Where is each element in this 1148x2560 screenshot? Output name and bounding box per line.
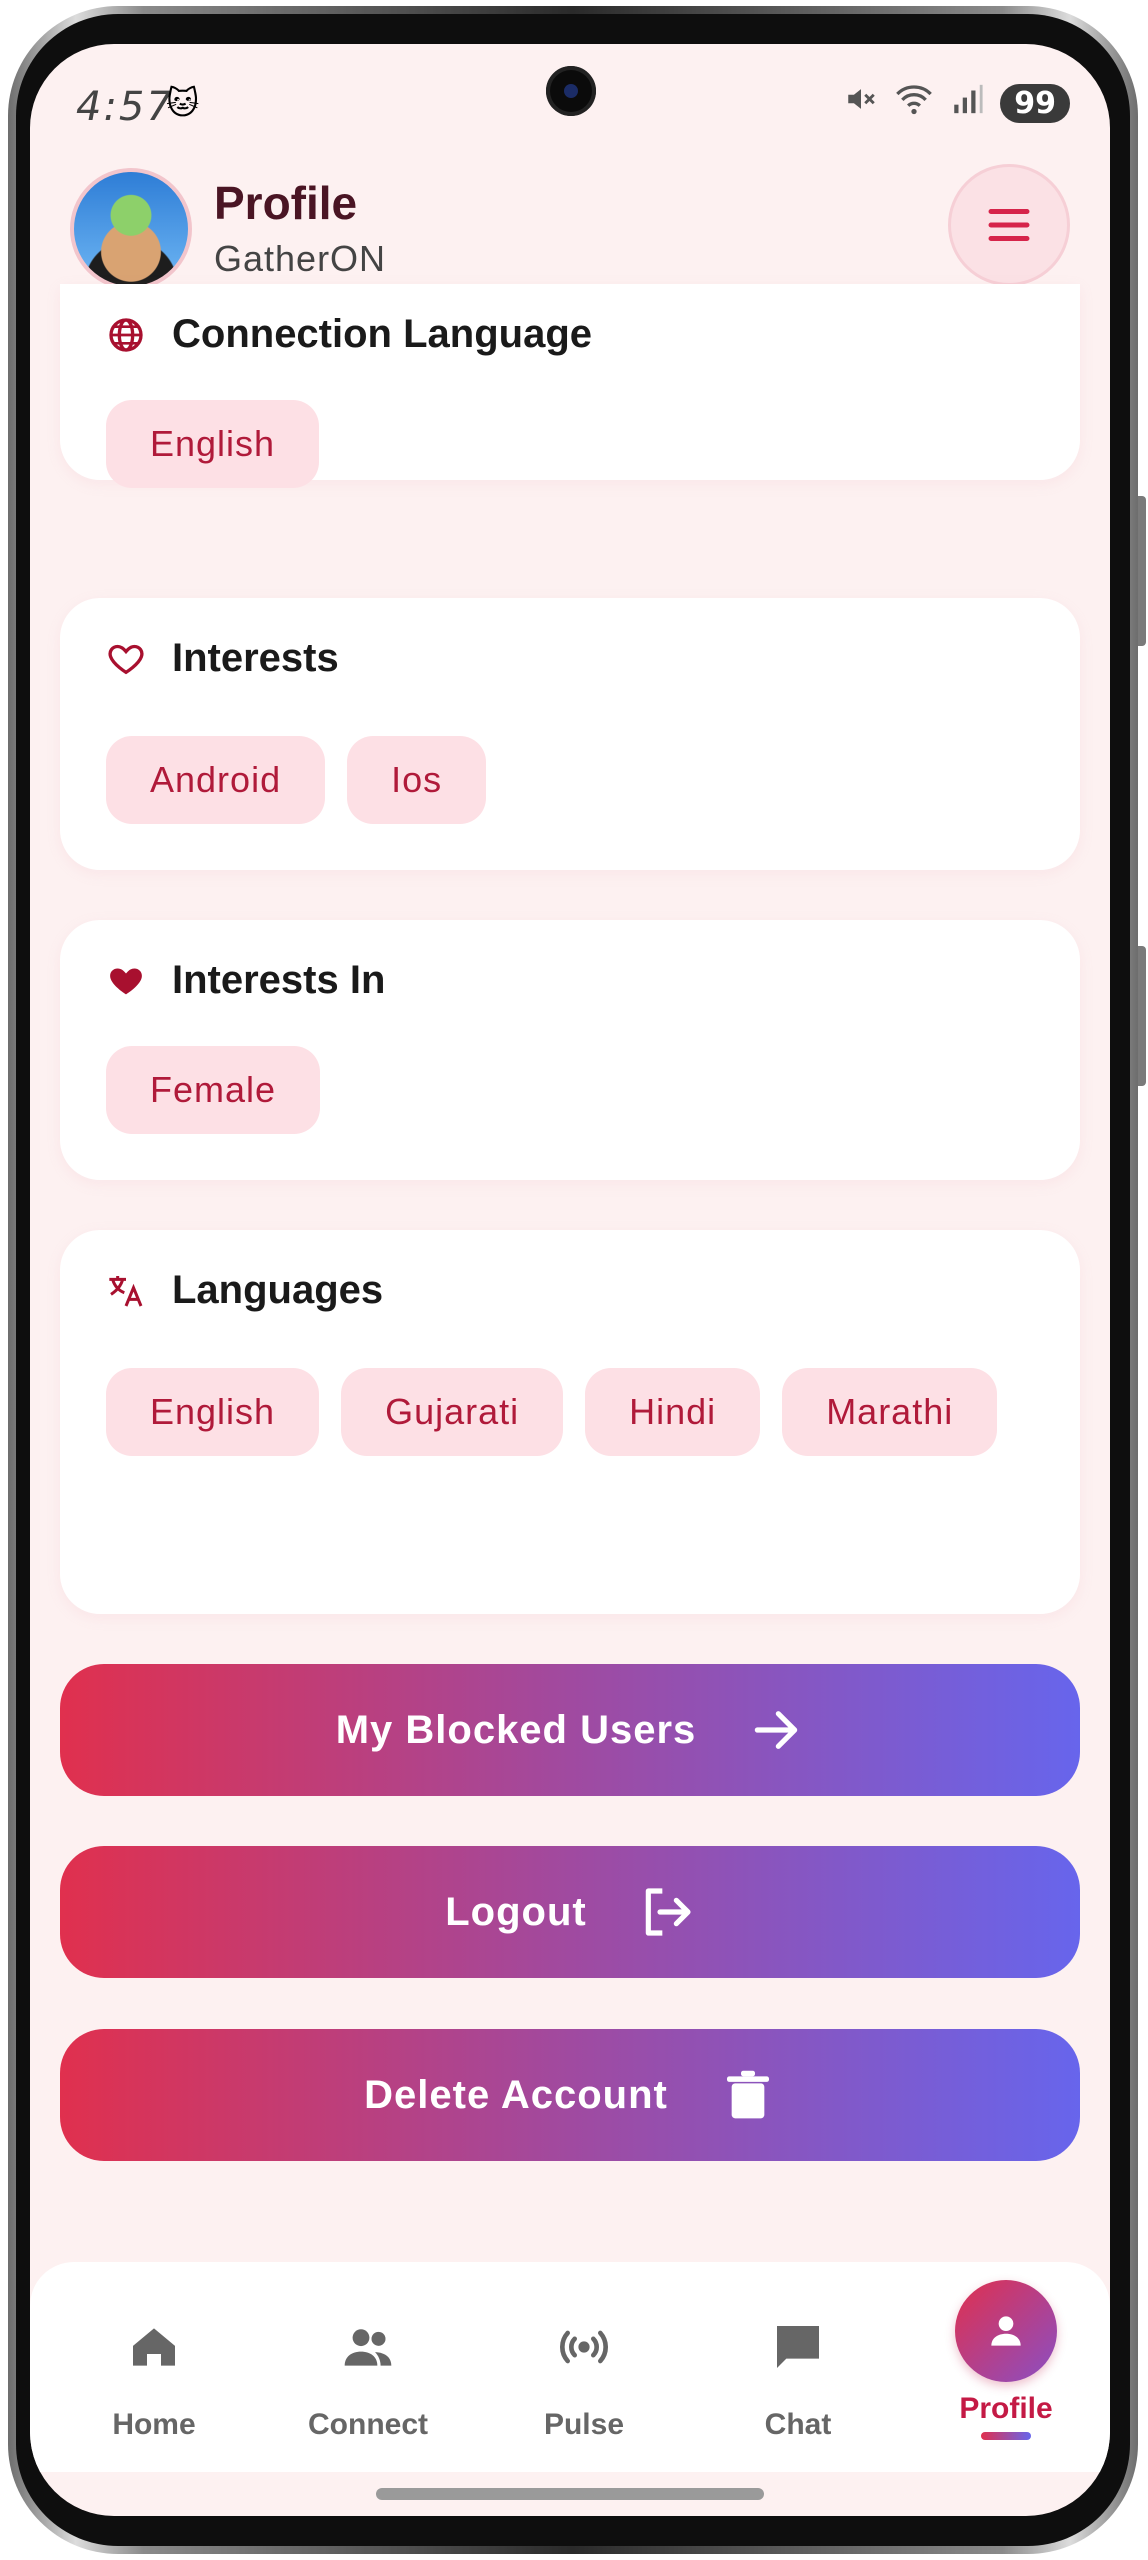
volume-button — [1138, 496, 1146, 646]
card-title: Languages — [172, 1268, 384, 1312]
wifi-icon — [894, 82, 934, 124]
interests-in-card: Interests In Female — [60, 920, 1080, 1180]
heart-outline-icon — [108, 644, 144, 674]
nav-home[interactable]: Home — [54, 2292, 254, 2442]
card-title: Interests In — [172, 958, 386, 1002]
nav-connect[interactable]: Connect — [268, 2292, 468, 2442]
languages-card: Languages English Gujarati Hindi Marathi — [60, 1230, 1080, 1614]
person-icon — [991, 2316, 1021, 2346]
status-icons: 99 — [844, 82, 1070, 124]
power-button — [1138, 946, 1146, 1086]
heart-filled-icon — [110, 968, 142, 994]
logout-icon — [645, 1888, 691, 1936]
chip[interactable]: English — [106, 1368, 320, 1456]
card-header: Interests — [106, 636, 339, 681]
people-icon — [344, 2329, 392, 2366]
chip-list: English Gujarati Hindi Marathi — [106, 1368, 1046, 1456]
card-header: Languages — [106, 1268, 383, 1313]
chip[interactable]: Ios — [347, 736, 487, 824]
nav-profile[interactable]: Profile — [906, 2276, 1106, 2440]
trash-icon — [726, 2070, 769, 2119]
logout-button[interactable]: Logout — [60, 1846, 1080, 1978]
connection-language-card: Connection Language English — [60, 284, 1080, 488]
menu-button[interactable] — [948, 164, 1070, 286]
mute-icon — [844, 82, 878, 124]
arrow-right-icon — [755, 1711, 798, 1749]
chip[interactable]: Gujarati — [341, 1368, 564, 1456]
chip-list: English — [106, 400, 1046, 488]
nav-label: Pulse — [543, 2408, 625, 2441]
translate-icon — [109, 1275, 143, 1307]
active-underline — [981, 2432, 1031, 2440]
bottom-navigation: Home Connect Pulse Chat Profile — [30, 2262, 1110, 2472]
app-name: GatherON — [214, 238, 387, 279]
blocked-users-button[interactable]: My Blocked Users — [60, 1664, 1080, 1796]
screen: 4:57 🐱 99 Profile GatherON Connection La… — [30, 44, 1110, 2516]
nav-label: Connect — [308, 2408, 428, 2441]
delete-account-button[interactable]: Delete Account — [60, 2029, 1080, 2161]
signal-icon — [950, 82, 984, 124]
status-bar: 4:57 🐱 99 — [30, 44, 1110, 154]
card-title: Connection Language — [172, 312, 592, 356]
button-label: Delete Account — [364, 2072, 668, 2117]
chip-list: Female — [106, 1046, 1046, 1134]
globe-icon — [109, 317, 143, 352]
chip[interactable]: Marathi — [782, 1368, 998, 1456]
card-title: Interests — [172, 636, 339, 680]
card-header: Connection Language — [106, 312, 592, 357]
home-indicator[interactable] — [376, 2488, 764, 2500]
chip[interactable]: Android — [106, 736, 326, 824]
page-title: Profile — [214, 177, 358, 229]
home-icon — [133, 2328, 175, 2366]
active-indicator — [955, 2280, 1057, 2382]
chip[interactable]: Female — [106, 1046, 321, 1134]
card-header: Interests In — [106, 958, 385, 1003]
chip[interactable]: English — [106, 400, 320, 488]
avatar[interactable] — [70, 168, 192, 290]
button-label: Logout — [445, 1889, 587, 1934]
nav-label: Profile — [959, 2392, 1053, 2425]
pulse-icon — [560, 2330, 608, 2364]
front-camera — [546, 66, 596, 116]
chip[interactable]: Hindi — [585, 1368, 761, 1456]
nav-label: Chat — [764, 2408, 832, 2441]
hamburger-icon — [988, 209, 1030, 241]
nav-chat[interactable]: Chat — [698, 2292, 898, 2442]
app-header: Profile GatherON — [30, 154, 1110, 304]
interests-card: Interests Android Ios — [60, 598, 1080, 870]
battery-indicator: 99 — [1000, 83, 1070, 123]
chat-icon — [777, 2326, 819, 2368]
status-time: 4:57 — [76, 84, 174, 130]
cat-notification-icon: 🐱 — [166, 84, 200, 122]
chip-list: Android Ios — [106, 736, 1046, 824]
button-label: My Blocked Users — [335, 1707, 697, 1752]
nav-pulse[interactable]: Pulse — [484, 2292, 684, 2442]
nav-label: Home — [112, 2408, 196, 2441]
